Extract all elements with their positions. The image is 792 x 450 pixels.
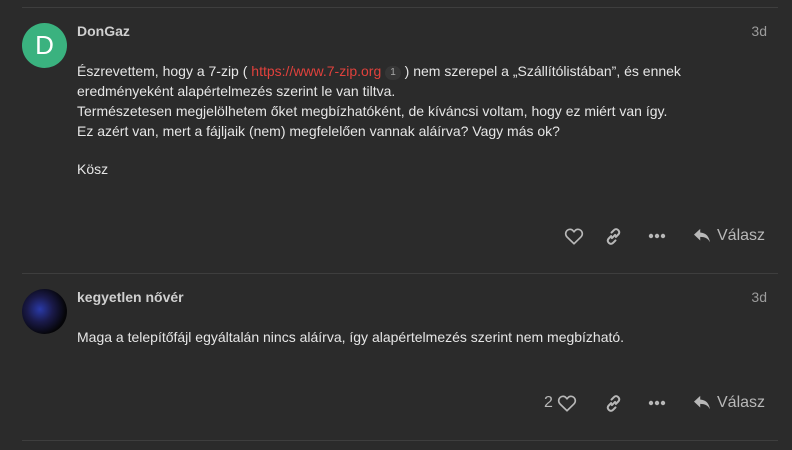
like-button[interactable] [560,222,584,250]
share-link-button[interactable] [604,222,623,250]
post-date[interactable]: 3d [751,23,767,39]
username[interactable]: kegyetlen nővér [77,289,184,305]
username[interactable]: DonGaz [77,23,130,39]
avatar[interactable] [22,289,67,334]
reply-label: Válasz [717,227,766,244]
link-click-count: 1 [385,66,401,80]
reply-label: Válasz [717,394,766,411]
ellipsis-icon [648,233,666,239]
reply-arrow-icon [694,395,710,410]
reply-arrow-icon [694,228,710,243]
post-text: Kösz [77,161,109,177]
post-actions: Válasz [0,222,792,250]
post-link[interactable]: https://www.7-zip.org [251,63,381,79]
like-button[interactable]: 2 [544,389,577,417]
avatar[interactable]: D [22,23,67,68]
post-text: Ez azért van, mert a fájljaik (nem) megf… [77,123,560,139]
more-options-button[interactable] [648,222,666,250]
more-options-button[interactable] [648,389,666,417]
share-link-button[interactable] [604,389,623,417]
post-text: Természetesen megjelölhetem őket megbízh… [77,103,668,119]
avatar-letter: D [35,30,54,60]
reply-button[interactable]: Válasz [693,389,765,417]
post-text: Észrevettem, hogy a 7-zip ( [77,63,252,79]
bottom-divider [22,440,778,441]
post-divider [22,273,778,274]
reply-button[interactable]: Válasz [693,222,765,250]
link-icon [606,227,621,245]
post-body: Maga a telepítőfájl egyáltalán nincs alá… [77,327,767,347]
post-paragraph: Kösz [77,159,767,179]
heart-icon [557,395,577,412]
post-paragraph: Maga a telepítőfájl egyáltalán nincs alá… [77,327,767,347]
heart-icon [564,228,584,245]
post-date[interactable]: 3d [751,289,767,305]
post-body: Észrevettem, hogy a 7-zip ( https://www.… [77,61,767,179]
link-icon [606,394,621,412]
like-count: 2 [544,394,553,411]
top-divider [22,7,778,8]
post-actions: 2 Válasz [0,389,792,417]
ellipsis-icon [648,400,666,406]
post-paragraph: Észrevettem, hogy a 7-zip ( https://www.… [77,61,767,141]
post-text: Maga a telepítőfájl egyáltalán nincs alá… [77,329,625,345]
